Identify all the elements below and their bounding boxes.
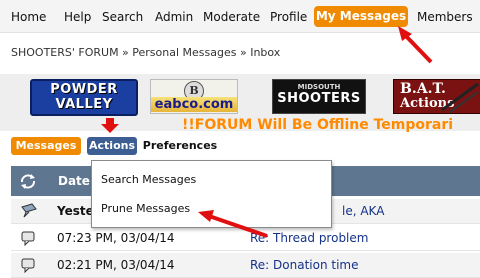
powder-valley-logo[interactable]: POWDER VALLEY (30, 79, 138, 116)
message-subject[interactable]: le, AKA (342, 204, 384, 218)
nav-members[interactable]: Members (417, 10, 473, 24)
powder-valley-logo-line2: VALLEY (55, 97, 113, 112)
refresh-icon[interactable] (19, 173, 37, 189)
tab-actions[interactable]: Actions (87, 137, 137, 155)
powder-valley-logo-line1: POWDER (50, 82, 118, 97)
message-read-icon (21, 203, 37, 218)
midsouth-logo-big: SHOOTERS (277, 91, 361, 106)
message-row[interactable]: 07:23 PM, 03/04/14 Re: Thread problem (11, 226, 480, 251)
midsouth-shooters-logo[interactable]: MIDSOUTH SHOOTERS (272, 79, 366, 114)
breadcrumb[interactable]: SHOOTERS' FORUM » Personal Messages » In… (11, 46, 280, 59)
nav-admin[interactable]: Admin (155, 10, 193, 24)
nav-search[interactable]: Search (102, 10, 143, 24)
prune-messages-menu-item[interactable]: Prune Messages (101, 202, 190, 215)
tab-preferences[interactable]: Preferences (142, 137, 218, 155)
eabco-logo-text: eabco.com (151, 97, 237, 112)
nav-home[interactable]: Home (11, 10, 46, 24)
search-messages-menu-item[interactable]: Search Messages (101, 173, 196, 186)
offline-announcement: !!FORUM Will Be Offline Temporari (182, 117, 454, 133)
message-row[interactable]: 02:21 PM, 03/04/14 Re: Donation time (11, 253, 480, 278)
bat-actions-logo[interactable]: B.A.T. Actions (393, 79, 480, 114)
eabco-logo[interactable]: B eabco.com (150, 79, 238, 114)
date-column-header[interactable]: Date (58, 174, 90, 188)
message-icon (21, 231, 35, 246)
actions-dropdown-menu: Search Messages Prune Messages (91, 160, 332, 228)
message-date: 02:21 PM, 03/04/14 (57, 258, 175, 272)
message-subject[interactable]: Re: Thread problem (250, 231, 368, 245)
nav-moderate[interactable]: Moderate (203, 10, 260, 24)
message-icon (21, 258, 35, 273)
message-date: 07:23 PM, 03/04/14 (57, 231, 175, 245)
top-navigation: Home Help Search Admin Moderate Profile … (0, 0, 480, 33)
message-subject[interactable]: Re: Donation time (250, 258, 359, 272)
arrow-to-my-messages (402, 32, 433, 64)
rifle-icon (441, 82, 479, 113)
nav-help[interactable]: Help (64, 10, 91, 24)
midsouth-logo-small: MIDSOUTH (297, 83, 341, 91)
nav-profile[interactable]: Profile (270, 10, 307, 24)
message-date: Yeste (57, 204, 94, 218)
nav-my-messages[interactable]: My Messages (314, 6, 408, 27)
tab-messages[interactable]: Messages (11, 137, 81, 155)
